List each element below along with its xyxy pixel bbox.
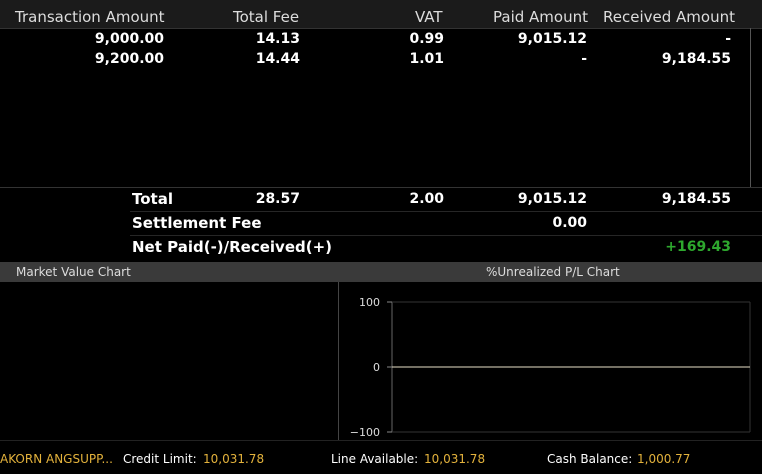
- total-label: Total: [132, 190, 173, 208]
- account-status-bar: AKORN ANGSUPP... Credit Limit: 10,031.78…: [0, 440, 762, 474]
- account-name[interactable]: AKORN ANGSUPP...: [0, 452, 113, 466]
- total-received-value: 9,184.55: [661, 191, 731, 207]
- header-total-fee[interactable]: Total Fee: [233, 8, 299, 26]
- vat-cell: 1.01: [409, 51, 444, 67]
- line-available-value: 10,031.78: [424, 452, 486, 466]
- credit-limit-label: Credit Limit:: [123, 452, 197, 466]
- total-fee-value: 28.57: [255, 191, 300, 207]
- received-amount-cell: 9,184.55: [661, 51, 731, 67]
- settlement-fee-value: 0.00: [552, 215, 587, 231]
- net-label: Net Paid(-)/Received(+): [132, 238, 333, 256]
- header-vat[interactable]: VAT: [415, 8, 443, 26]
- paid-amount-cell: 9,015.12: [517, 31, 587, 47]
- cash-balance-label: Cash Balance:: [547, 452, 633, 466]
- paid-amount-cell: -: [581, 51, 587, 67]
- unrealized-pl-chart: 100 0 −100: [339, 282, 762, 440]
- table-header: Transaction Amount Total Fee VAT Paid Am…: [0, 0, 762, 29]
- header-received-amount[interactable]: Received Amount: [603, 8, 735, 26]
- total-fee-cell: 14.44: [255, 51, 300, 67]
- vat-cell: 0.99: [409, 31, 444, 47]
- total-vat-value: 2.00: [409, 191, 444, 207]
- credit-limit-value: 10,031.78: [203, 452, 265, 466]
- net-value: +169.43: [665, 239, 731, 255]
- scrollbar-track[interactable]: [750, 28, 751, 188]
- header-transaction-amount[interactable]: Transaction Amount: [15, 8, 165, 26]
- y-tick-label: 100: [359, 296, 380, 309]
- unrealized-pl-chart-title: %Unrealized P/L Chart: [486, 265, 620, 279]
- total-fee-cell: 14.13: [255, 31, 300, 47]
- settlement-fee-label: Settlement Fee: [132, 214, 262, 232]
- market-value-chart: [0, 282, 339, 440]
- total-paid-value: 9,015.12: [517, 191, 587, 207]
- divider: [0, 187, 762, 188]
- y-tick-label: 0: [373, 361, 380, 374]
- line-available-label: Line Available:: [331, 452, 419, 466]
- unrealized-pl-chart-svg: 100 0 −100: [350, 296, 751, 439]
- received-amount-cell: -: [725, 31, 731, 47]
- divider: [130, 211, 762, 212]
- market-value-chart-title: Market Value Chart: [16, 265, 131, 279]
- y-tick-label: −100: [350, 426, 380, 439]
- divider: [130, 235, 762, 236]
- cash-balance-value: 1,000.77: [637, 452, 691, 466]
- transaction-amount-cell: 9,200.00: [94, 51, 164, 67]
- header-paid-amount[interactable]: Paid Amount: [493, 8, 588, 26]
- chart-header-bar: Market Value Chart %Unrealized P/L Chart: [0, 262, 762, 282]
- transaction-amount-cell: 9,000.00: [94, 31, 164, 47]
